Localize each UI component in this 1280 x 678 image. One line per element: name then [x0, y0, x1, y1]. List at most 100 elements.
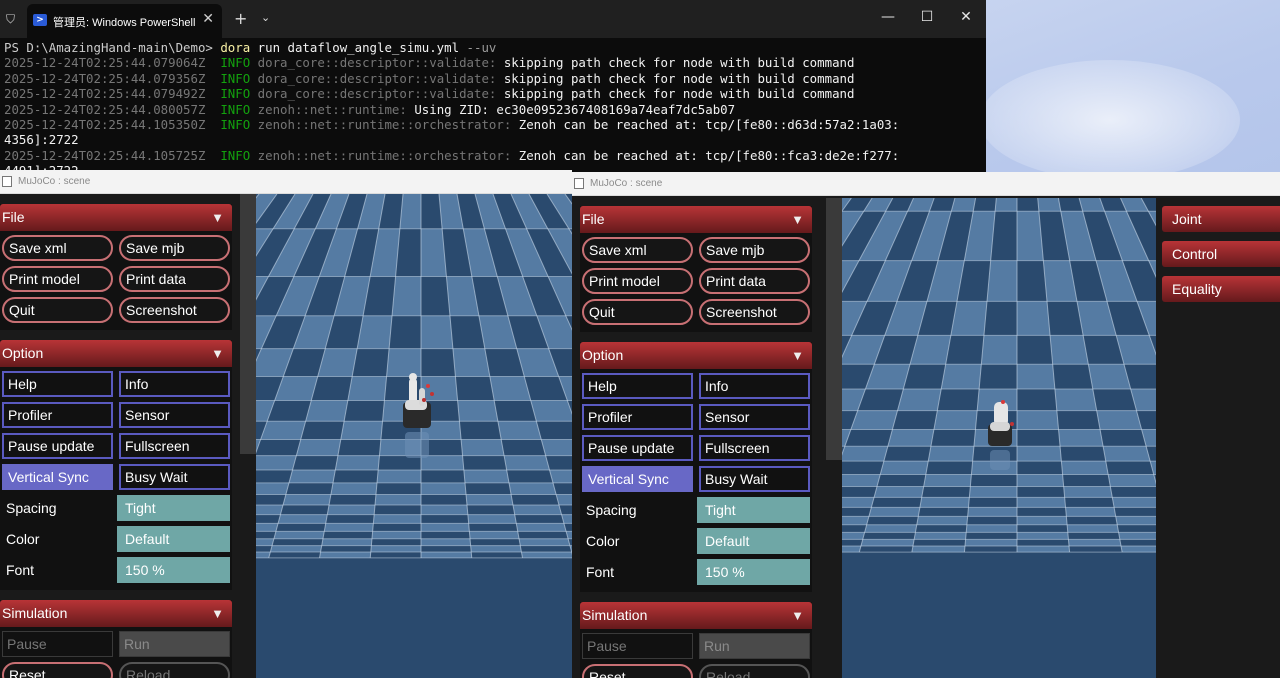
- color-select[interactable]: Default: [117, 526, 230, 552]
- collapse-triangle-icon: ▼: [791, 608, 804, 623]
- print-data-button[interactable]: Print data: [119, 266, 230, 292]
- mujoco-titlebar[interactable]: MuJoCo : scene: [0, 170, 572, 194]
- mujoco-window-right[interactable]: MuJoCo : scene File ▼ Save xml Save mjb Pr…: [572, 172, 1280, 678]
- print-model-button[interactable]: Print model: [2, 266, 113, 292]
- pause-button[interactable]: Pause: [2, 631, 113, 657]
- reset-button[interactable]: Reset: [2, 662, 113, 678]
- quit-button[interactable]: Quit: [2, 297, 113, 323]
- log-level: INFO: [220, 55, 258, 71]
- window-icon: [574, 178, 584, 189]
- log-target: zenoh::net::runtime::orchestrator:: [257, 117, 512, 133]
- log-line: 2025-12-24T02:25:44.080057Z INFO zenoh::…: [4, 102, 984, 117]
- font-select[interactable]: 150 %: [697, 559, 810, 585]
- simulation-viewport[interactable]: [842, 198, 1156, 678]
- help-toggle[interactable]: Help: [582, 373, 693, 399]
- simulation-section-header[interactable]: Simulation ▼: [580, 602, 812, 629]
- equality-section-header[interactable]: Equality: [1162, 276, 1280, 302]
- sensor-toggle[interactable]: Sensor: [119, 402, 230, 428]
- log-level: INFO: [220, 86, 258, 102]
- panel-scrollbar[interactable]: [240, 194, 256, 454]
- font-select[interactable]: 150 %: [117, 557, 230, 583]
- window-icon: [2, 176, 12, 187]
- print-data-button[interactable]: Print data: [699, 268, 810, 294]
- option-section-header[interactable]: Option ▼: [580, 342, 812, 369]
- log-level: INFO: [220, 147, 258, 163]
- spacing-select[interactable]: Tight: [697, 497, 810, 523]
- fullscreen-toggle[interactable]: Fullscreen: [699, 435, 810, 461]
- screenshot-button[interactable]: Screenshot: [119, 297, 230, 323]
- maximize-icon[interactable]: ☐: [919, 9, 935, 25]
- new-tab-icon[interactable]: +: [234, 9, 247, 28]
- log-target: dora_core::descriptor::validate:: [257, 70, 497, 86]
- chevron-down-icon[interactable]: ⌄: [261, 11, 270, 24]
- print-model-button[interactable]: Print model: [582, 268, 693, 294]
- sensor-toggle[interactable]: Sensor: [699, 404, 810, 430]
- simulation-viewport[interactable]: [256, 194, 572, 678]
- pause-update-toggle[interactable]: Pause update: [2, 433, 113, 459]
- log-timestamp: 2025-12-24T02:25:44.079064Z: [4, 55, 221, 71]
- wallpaper-glow: [980, 60, 1240, 180]
- log-line: 2025-12-24T02:25:44.105350Z INFO zenoh::…: [4, 117, 984, 132]
- help-toggle[interactable]: Help: [2, 371, 113, 397]
- option-section: Option ▼ Help Info Profiler Sensor Pause up…: [580, 342, 812, 592]
- collapse-triangle-icon: ▼: [791, 212, 804, 227]
- log-message: skipping path check for node with build …: [496, 86, 855, 102]
- pause-button[interactable]: Pause: [582, 633, 693, 659]
- file-section-header[interactable]: File ▼: [0, 204, 232, 231]
- terminal-tab[interactable]: > 管理员: Windows PowerShell ✕: [27, 4, 222, 38]
- profiler-toggle[interactable]: Profiler: [2, 402, 113, 428]
- reload-button[interactable]: Reload: [699, 664, 810, 678]
- option-section-header[interactable]: Option ▼: [0, 340, 232, 367]
- busy-wait-toggle[interactable]: Busy Wait: [699, 466, 810, 492]
- log-message: skipping path check for node with build …: [496, 70, 855, 86]
- log-line: 4356]:2722: [4, 132, 984, 147]
- minimize-icon[interactable]: —: [880, 9, 896, 25]
- fullscreen-toggle[interactable]: Fullscreen: [119, 433, 230, 459]
- screenshot-button[interactable]: Screenshot: [699, 299, 810, 325]
- font-label: Font: [6, 562, 35, 578]
- quit-button[interactable]: Quit: [582, 299, 693, 325]
- powershell-window[interactable]: ⛉ > 管理员: Windows PowerShell ✕ + ⌄ — ☐ ✕ …: [0, 0, 986, 179]
- color-select[interactable]: Default: [697, 528, 810, 554]
- close-icon[interactable]: ✕: [958, 9, 974, 25]
- collapse-triangle-icon: ▼: [211, 210, 224, 225]
- log-level: INFO: [220, 101, 258, 117]
- log-target: dora_core::descriptor::validate:: [257, 86, 497, 102]
- panel-scrollbar[interactable]: [826, 198, 842, 460]
- close-tab-icon[interactable]: ✕: [202, 11, 214, 27]
- info-toggle[interactable]: Info: [699, 373, 810, 399]
- vertical-sync-toggle[interactable]: Vertical Sync: [582, 466, 693, 492]
- file-section-label: File: [2, 209, 25, 225]
- save-xml-button[interactable]: Save xml: [582, 237, 693, 263]
- mujoco-titlebar[interactable]: MuJoCo : scene: [572, 172, 1280, 196]
- mujoco-window-left[interactable]: MuJoCo : scene File ▼ Save xml Save mjb Pr…: [0, 170, 572, 678]
- run-button[interactable]: Run: [119, 631, 230, 657]
- simulation-section-header[interactable]: Simulation ▼: [0, 600, 232, 627]
- file-section-header[interactable]: File ▼: [580, 206, 812, 233]
- simulation-section: Simulation ▼ Pause Run Reset Reload: [0, 600, 232, 678]
- run-button[interactable]: Run: [699, 633, 810, 659]
- collapse-triangle-icon: ▼: [211, 346, 224, 361]
- profiler-toggle[interactable]: Profiler: [582, 404, 693, 430]
- save-xml-button[interactable]: Save xml: [2, 235, 113, 261]
- powershell-titlebar[interactable]: ⛉ > 管理员: Windows PowerShell ✕ + ⌄ — ☐ ✕: [0, 0, 986, 38]
- save-mjb-button[interactable]: Save mjb: [119, 235, 230, 261]
- reload-button[interactable]: Reload: [119, 662, 230, 678]
- vertical-sync-toggle[interactable]: Vertical Sync: [2, 464, 113, 490]
- reset-button[interactable]: Reset: [582, 664, 693, 678]
- robot-hand-model: [988, 400, 1014, 470]
- busy-wait-toggle[interactable]: Busy Wait: [119, 464, 230, 490]
- log-timestamp: 2025-12-24T02:25:44.105725Z: [4, 147, 221, 163]
- spacing-select[interactable]: Tight: [117, 495, 230, 521]
- info-toggle[interactable]: Info: [119, 371, 230, 397]
- log-timestamp: 2025-12-24T02:25:44.080057Z: [4, 101, 221, 117]
- terminal-output[interactable]: PS D:\AmazingHand-main\Demo> dora run da…: [4, 40, 984, 179]
- log-message: Zenoh can be reached at: tcp/[fe80::fca3…: [511, 147, 900, 163]
- robot-hand-model: [403, 373, 434, 458]
- joint-section-header[interactable]: Joint: [1162, 206, 1280, 232]
- save-mjb-button[interactable]: Save mjb: [699, 237, 810, 263]
- simulation-section: Simulation ▼ Pause Run Reset Reload: [580, 602, 812, 678]
- pause-update-toggle[interactable]: Pause update: [582, 435, 693, 461]
- option-section: Option ▼ Help Info Profiler Sensor Pause up…: [0, 340, 232, 590]
- control-section-header[interactable]: Control: [1162, 241, 1280, 267]
